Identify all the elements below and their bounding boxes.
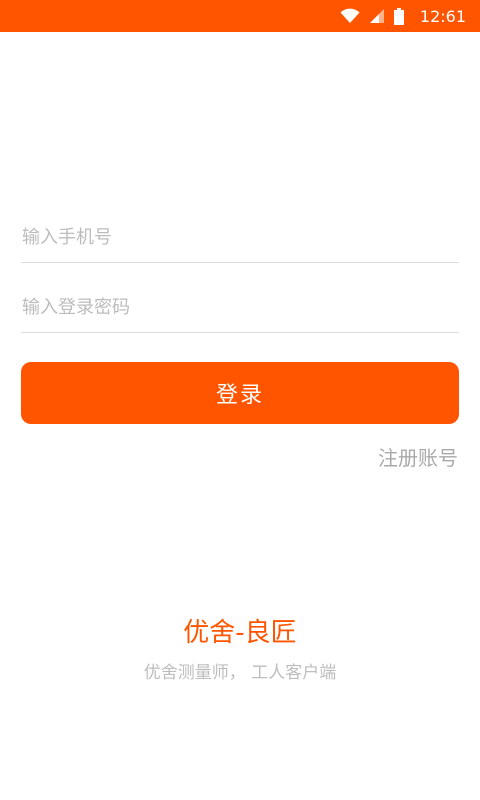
battery-icon	[393, 7, 404, 25]
status-icons: 12:61	[340, 0, 466, 32]
password-field	[21, 283, 459, 333]
brand-title: 优舍-良匠	[183, 618, 297, 648]
wifi-icon	[340, 8, 360, 24]
status-bar: 12:61	[0, 0, 480, 32]
signal-icon	[369, 9, 384, 23]
password-input[interactable]	[21, 283, 459, 332]
phone-input[interactable]	[21, 213, 459, 262]
phone-field	[21, 213, 459, 263]
brand-subtitle: 优舍测量师， 工人客户端	[143, 663, 337, 683]
register-link[interactable]: 注册账号	[378, 442, 458, 471]
login-button[interactable]: 登录	[21, 362, 459, 424]
status-time: 12:61	[419, 6, 466, 26]
login-screen: 12:61 登录 注册账号 优舍-良匠 优舍测量师， 工人客户端	[0, 0, 480, 800]
